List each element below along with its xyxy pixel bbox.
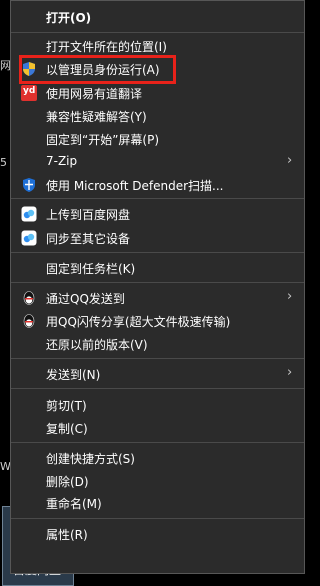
context-menu: 打开(O) 打开文件所在的位置(I) 以管理员身份运行(A) yd 使用网易有道… <box>10 0 305 574</box>
red-highlight-annotation <box>19 55 176 84</box>
menu-item-create-shortcut[interactable]: 创建快捷方式(S) <box>11 446 304 470</box>
menu-item-defender-scan[interactable]: 使用 Microsoft Defender扫描... <box>11 173 304 197</box>
menu-item-rename[interactable]: 重命名(M) <box>11 491 304 515</box>
menu-item-youdao-translate[interactable]: yd 使用网易有道翻译 <box>11 81 304 105</box>
menu-separator <box>11 358 304 359</box>
menu-item-send-to[interactable]: 发送到(N) › <box>11 362 304 386</box>
menu-item-label: 上传到百度网盘 <box>46 208 131 222</box>
chevron-right-icon: › <box>287 153 293 168</box>
menu-item-restore-previous-versions[interactable]: 还原以前的版本(V) <box>11 332 304 356</box>
menu-item-label: 固定到任务栏(K) <box>46 262 136 276</box>
menu-separator <box>11 252 304 253</box>
menu-separator <box>11 388 304 389</box>
chevron-right-icon: › <box>287 289 293 304</box>
menu-item-label: 创建快捷方式(S) <box>46 452 135 466</box>
menu-item-label: 发送到(N) <box>46 368 101 382</box>
menu-separator <box>11 198 304 199</box>
menu-separator <box>11 32 304 33</box>
youdao-translate-icon: yd <box>21 85 37 101</box>
menu-item-upload-baidu[interactable]: 上传到百度网盘 <box>11 202 304 226</box>
baidu-sync-icon <box>21 230 37 246</box>
menu-item-label: 兼容性疑难解答(Y) <box>46 110 147 124</box>
menu-item-label: 重命名(M) <box>46 497 102 511</box>
menu-item-pin-to-start[interactable]: 固定到“开始”屏幕(P) <box>11 127 304 151</box>
menu-item-send-via-qq[interactable]: 通过QQ发送到 › <box>11 286 304 310</box>
menu-item-qq-flash-share[interactable]: 用QQ闪传分享(超大文件极速传输) <box>11 309 304 333</box>
menu-item-label: 使用 Microsoft Defender扫描... <box>46 179 224 193</box>
menu-separator <box>11 518 304 519</box>
menu-separator <box>11 282 304 283</box>
menu-item-label: 用QQ闪传分享(超大文件极速传输) <box>46 315 231 329</box>
menu-item-label: 复制(C) <box>46 422 88 436</box>
menu-item-label: 通过QQ发送到 <box>46 292 125 306</box>
desktop-text-fragment: W <box>0 460 11 473</box>
qq-penguin-icon <box>21 290 37 306</box>
menu-item-label: 打开文件所在的位置(I) <box>46 40 167 54</box>
menu-separator <box>11 442 304 443</box>
menu-item-compatibility-troubleshoot[interactable]: 兼容性疑难解答(Y) <box>11 104 304 128</box>
desktop-text-fragment: 网 <box>0 59 11 72</box>
menu-item-open[interactable]: 打开(O) <box>11 5 304 29</box>
menu-item-cut[interactable]: 剪切(T) <box>11 393 304 417</box>
menu-item-pin-to-taskbar[interactable]: 固定到任务栏(K) <box>11 256 304 280</box>
menu-item-label: 同步至其它设备 <box>46 232 131 246</box>
menu-item-label: 固定到“开始”屏幕(P) <box>46 133 160 147</box>
menu-item-label: 还原以前的版本(V) <box>46 338 148 352</box>
menu-item-properties[interactable]: 属性(R) <box>11 522 304 546</box>
menu-item-label: 剪切(T) <box>46 399 87 413</box>
desktop-text-fragment: 5 <box>0 156 7 169</box>
menu-item-label: 使用网易有道翻译 <box>46 87 143 101</box>
menu-item-delete[interactable]: 删除(D) <box>11 469 304 493</box>
menu-item-label: 7-Zip <box>46 154 78 168</box>
menu-item-label: 属性(R) <box>46 528 88 542</box>
menu-item-label: 打开(O) <box>46 11 92 25</box>
chevron-right-icon: › <box>287 365 293 380</box>
menu-item-label: 删除(D) <box>46 475 89 489</box>
baidu-netdisk-icon <box>21 206 37 222</box>
menu-item-7zip[interactable]: 7-Zip › <box>11 150 304 174</box>
youdao-glyph: yd <box>23 86 36 96</box>
menu-item-copy[interactable]: 复制(C) <box>11 416 304 440</box>
menu-item-sync-devices[interactable]: 同步至其它设备 <box>11 226 304 250</box>
qq-penguin-icon <box>21 313 37 329</box>
defender-shield-icon <box>21 177 37 193</box>
